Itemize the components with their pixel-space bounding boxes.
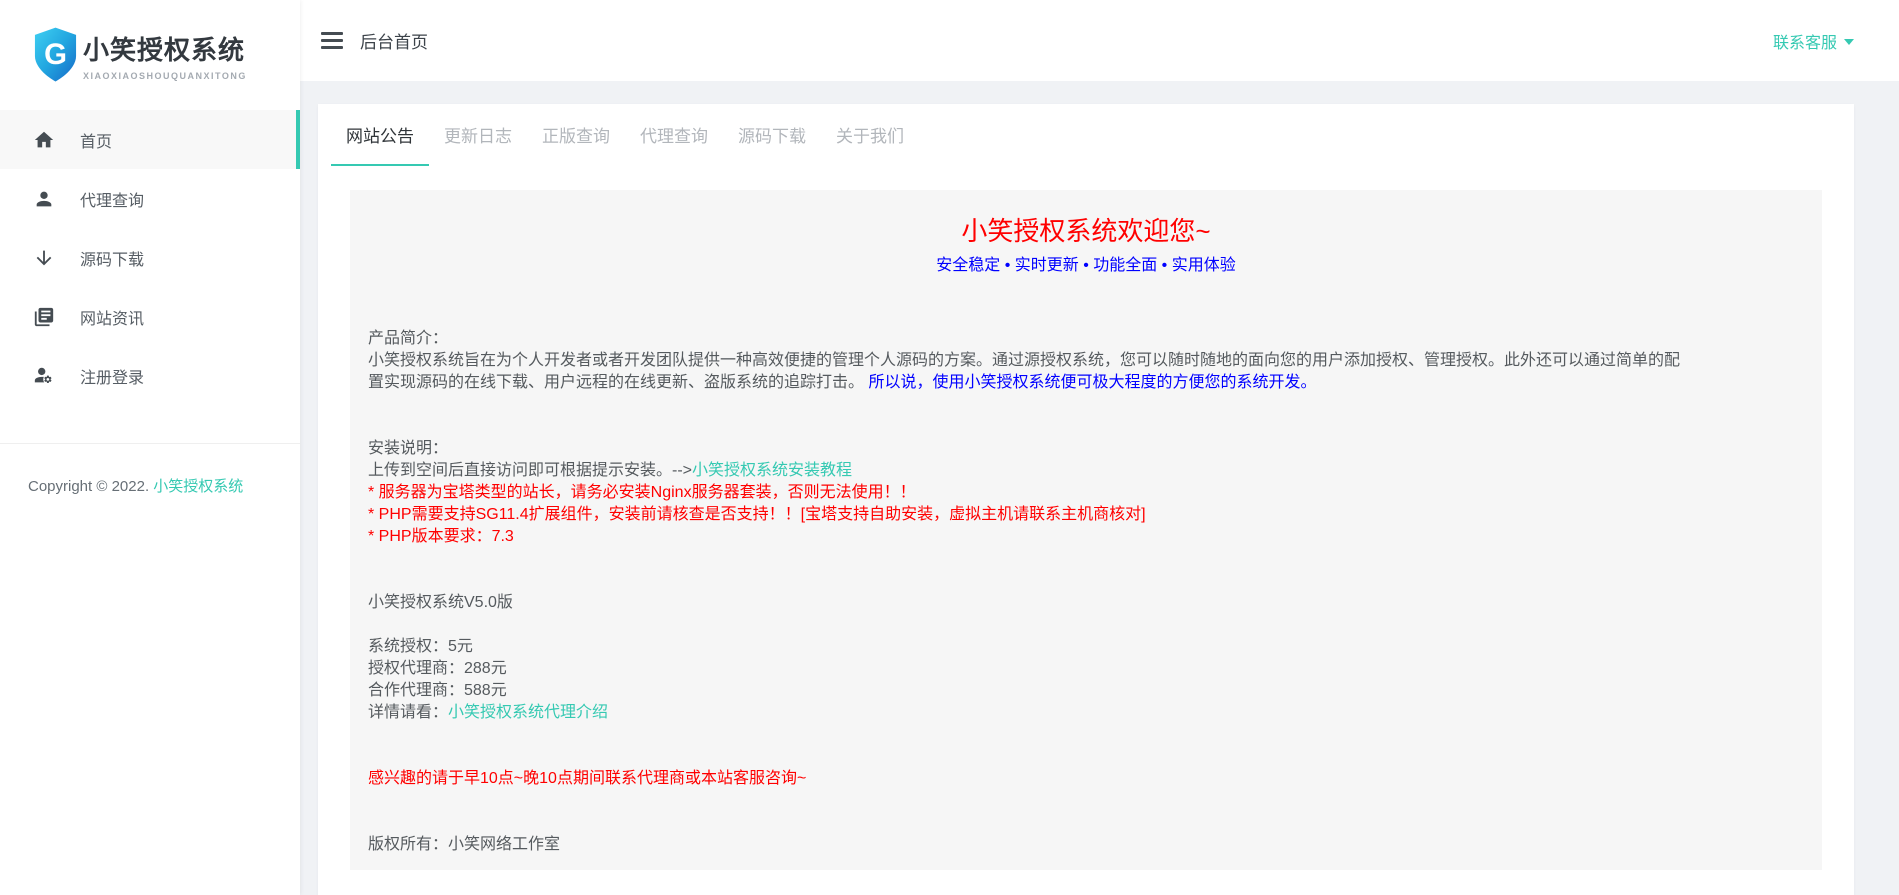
sidebar-item-home[interactable]: 首页: [0, 110, 300, 169]
sidebar-menu: 首页 代理查询 源码下载 网站资讯: [0, 110, 300, 405]
notice-line: 置实现源码的在线下载、用户远程的在线更新、盗版系统的追踪打击。 所以说，使用小笑…: [368, 372, 1804, 394]
announcement-panel: 小笑授权系统欢迎您~ 安全稳定 • 实时更新 • 功能全面 • 实用体验 产品简…: [350, 190, 1822, 870]
tab-agent-query[interactable]: 代理查询: [625, 104, 723, 166]
announcement-title: 小笑授权系统欢迎您~: [368, 212, 1804, 250]
brand-title: 小笑授权系统: [83, 30, 247, 67]
tab-site-announcement[interactable]: 网站公告: [331, 104, 429, 166]
sidebar-item-label: 网站资讯: [80, 305, 144, 329]
sidebar-item-label: 代理查询: [80, 187, 144, 211]
notice-line: [368, 416, 1804, 438]
announcement-subtitle: 安全稳定 • 实时更新 • 功能全面 • 实用体验: [368, 254, 1804, 278]
copyright-text: Copyright © 2022.: [28, 478, 153, 495]
notice-line: [368, 746, 1804, 768]
contact-support-label: 联系客服: [1773, 29, 1837, 53]
notice-line: 授权代理商：288元: [368, 658, 1804, 680]
notice-line: * PHP需要支持SG11.4扩展组件，安装前请核查是否支持！！[宝塔支持自助安…: [368, 504, 1804, 526]
notice-text: 版权所有：小笑网络工作室: [368, 836, 560, 853]
notice-line: 合作代理商：588元: [368, 680, 1804, 702]
notice-line: 详情请看：小笑授权系统代理介绍: [368, 702, 1804, 724]
user-gear-icon: [33, 365, 55, 387]
notice-text: 产品简介：: [368, 330, 448, 347]
notice-line: [368, 790, 1804, 812]
notice-line: 产品简介：: [368, 328, 1804, 350]
notice-text: 上传到空间后直接访问即可根据提示安装。-->: [368, 462, 692, 479]
notice-line: 系统授权：5元: [368, 636, 1804, 658]
notice-text: * PHP版本要求：7.3: [368, 528, 514, 545]
notice-line: 感兴趣的请于早10点~晚10点期间联系代理商或本站客服咨询~: [368, 768, 1804, 790]
chevron-down-icon: [1844, 39, 1854, 45]
content-card: 网站公告 更新日志 正版查询 代理查询 源码下载 关于我们 小笑授权系统欢迎您~…: [318, 104, 1854, 895]
notice-text: 置实现源码的在线下载、用户远程的在线更新、盗版系统的追踪打击。: [368, 374, 864, 391]
contact-support-dropdown[interactable]: 联系客服: [1773, 29, 1854, 53]
tab-update-log[interactable]: 更新日志: [429, 104, 527, 166]
notice-text: 合作代理商：588元: [368, 682, 507, 699]
notice-text: 授权代理商：288元: [368, 660, 507, 677]
notice-text: * PHP需要支持SG11.4扩展组件，安装前请核查是否支持！！[宝塔支持自助安…: [368, 506, 1146, 523]
notice-line: 小笑授权系统V5.0版: [368, 592, 1804, 614]
sidebar-item-register-login[interactable]: 注册登录: [0, 346, 300, 405]
brand-logo: G 小笑授权系统 XIAOXIAOSHOUQUANXITONG: [0, 0, 300, 110]
news-icon: [33, 306, 55, 328]
notice-text: 系统授权：5元: [368, 638, 473, 655]
notice-text: 小笑授权系统V5.0版: [368, 594, 513, 611]
sidebar-item-agent-query[interactable]: 代理查询: [0, 169, 300, 228]
notice-line: [368, 548, 1804, 570]
notice-link[interactable]: 小笑授权系统代理介绍: [448, 704, 608, 721]
tab-about-us[interactable]: 关于我们: [821, 104, 919, 166]
main-area: 后台首页 联系客服 网站公告 更新日志 正版查询 代理查询 源码下载 关于我们 …: [300, 0, 1899, 895]
announcement-lines: 产品简介： 小笑授权系统旨在为个人开发者或者开发团队提供一种高效便捷的管理个人源码…: [368, 328, 1804, 856]
shield-logo-icon: G: [32, 25, 79, 85]
brand-text: 小笑授权系统 XIAOXIAOSHOUQUANXITONG: [83, 30, 247, 81]
user-icon: [33, 188, 55, 210]
tab-bar: 网站公告 更新日志 正版查询 代理查询 源码下载 关于我们: [318, 104, 1854, 166]
home-icon: [33, 129, 55, 151]
content-area: 网站公告 更新日志 正版查询 代理查询 源码下载 关于我们 小笑授权系统欢迎您~…: [300, 81, 1899, 895]
notice-link[interactable]: 小笑授权系统安装教程: [692, 462, 852, 479]
notice-text: 详情请看：: [368, 704, 448, 721]
notice-text: * 服务器为宝塔类型的站长，请务必安装Nginx服务器套装，否则无法使用！！: [368, 484, 916, 501]
notice-line: [368, 570, 1804, 592]
notice-line: 安装说明：: [368, 438, 1804, 460]
tab-source-download[interactable]: 源码下载: [723, 104, 821, 166]
notice-text: 安装说明：: [368, 440, 448, 457]
download-icon: [33, 247, 55, 269]
notice-line: 版权所有：小笑网络工作室: [368, 834, 1804, 856]
notice-text: 小笑授权系统旨在为个人开发者或者开发团队提供一种高效便捷的管理个人源码的方案。通…: [368, 352, 1680, 369]
sidebar-item-source-download[interactable]: 源码下载: [0, 228, 300, 287]
brand-subtitle: XIAOXIAOSHOUQUANXITONG: [83, 71, 247, 81]
notice-line: [368, 724, 1804, 746]
notice-line: 小笑授权系统旨在为个人开发者或者开发团队提供一种高效便捷的管理个人源码的方案。通…: [368, 350, 1804, 372]
tab-genuine-query[interactable]: 正版查询: [527, 104, 625, 166]
notice-text: 感兴趣的请于早10点~晚10点期间联系代理商或本站客服咨询~: [368, 770, 806, 787]
notice-line: * PHP版本要求：7.3: [368, 526, 1804, 548]
notice-text: 所以说，使用小笑授权系统便可极大程度的方便您的系统开发。: [864, 374, 1316, 391]
sidebar-item-label: 注册登录: [80, 364, 144, 388]
copyright-brand-link[interactable]: 小笑授权系统: [153, 478, 243, 495]
notice-line: [368, 614, 1804, 636]
svg-text:G: G: [44, 38, 67, 71]
hamburger-menu-icon[interactable]: [321, 32, 343, 49]
notice-line: 上传到空间后直接访问即可根据提示安装。-->小笑授权系统安装教程: [368, 460, 1804, 482]
notice-line: [368, 812, 1804, 834]
sidebar: G 小笑授权系统 XIAOXIAOSHOUQUANXITONG 首页 代理查询 …: [0, 0, 300, 895]
top-header: 后台首页 联系客服: [300, 0, 1899, 81]
notice-line: * 服务器为宝塔类型的站长，请务必安装Nginx服务器套装，否则无法使用！！: [368, 482, 1804, 504]
page-title: 后台首页: [360, 28, 428, 53]
sidebar-item-site-news[interactable]: 网站资讯: [0, 287, 300, 346]
notice-line: [368, 394, 1804, 416]
sidebar-item-label: 源码下载: [80, 246, 144, 270]
sidebar-item-label: 首页: [80, 128, 112, 152]
sidebar-divider: [0, 443, 300, 444]
copyright: Copyright © 2022. 小笑授权系统: [0, 474, 300, 500]
